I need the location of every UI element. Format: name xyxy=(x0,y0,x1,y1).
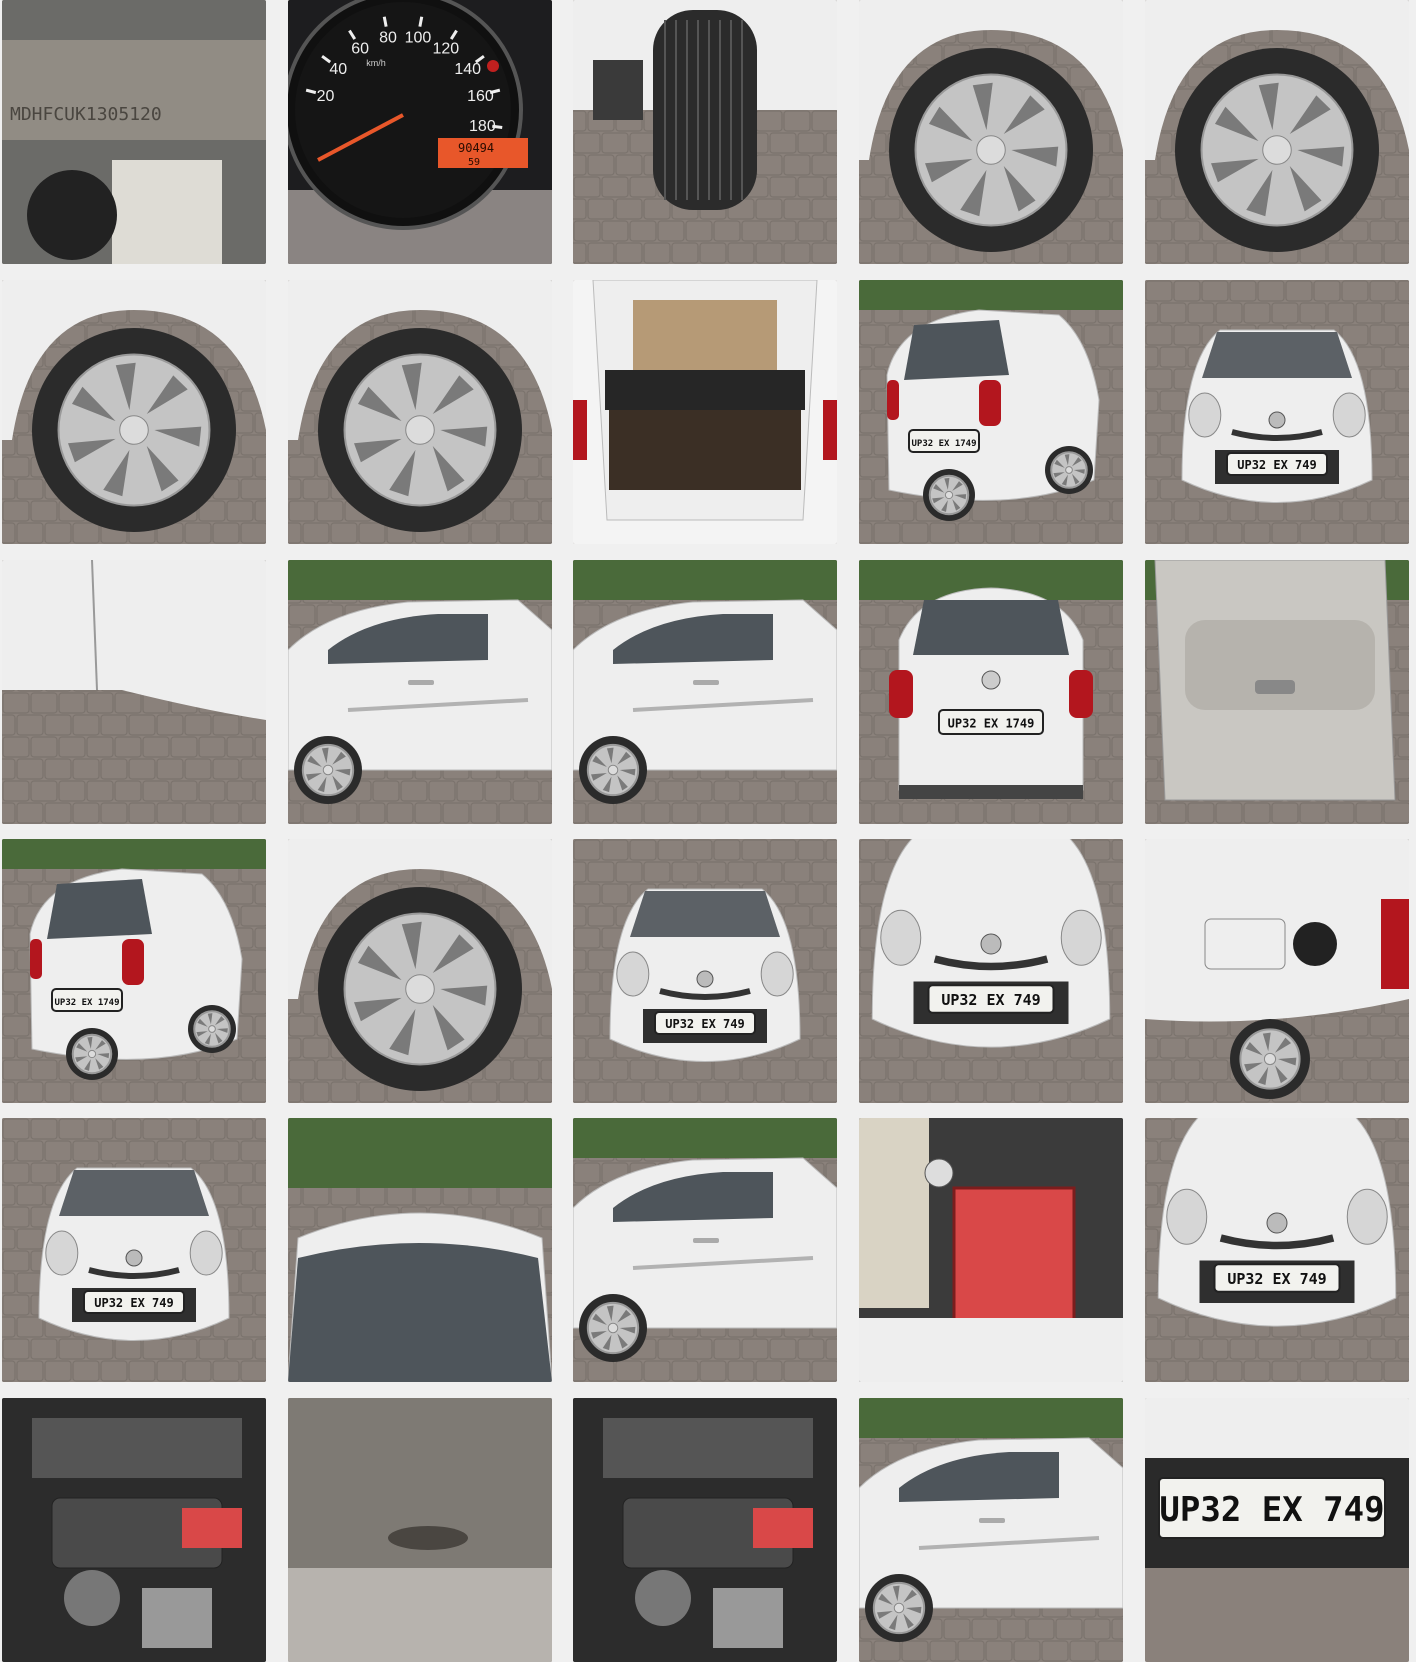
odometer-reading: 90494 xyxy=(458,141,494,155)
speed-tick-label: 160 xyxy=(467,88,494,105)
photo-image xyxy=(1145,560,1409,824)
photo-image xyxy=(573,1398,837,1662)
photo-image: UP32 EX 1749 xyxy=(859,560,1123,824)
photo-thumbnail-car-side[interactable] xyxy=(288,560,552,824)
photo-thumbnail-wheel[interactable] xyxy=(2,280,266,544)
number-plate-text: UP32 EX 749 xyxy=(1227,1270,1326,1288)
photo-image xyxy=(573,0,837,264)
photo-thumbnail-car-rear[interactable]: UP32 EX 1749 xyxy=(859,560,1123,824)
speed-tick-label: 40 xyxy=(329,61,347,78)
photo-image xyxy=(859,1398,1123,1662)
speed-tick-label: 140 xyxy=(454,61,481,78)
photo-thumbnail-body-panel[interactable] xyxy=(2,560,266,824)
photo-thumbnail-fuel-lid[interactable] xyxy=(1145,839,1409,1103)
speed-tick-label: 180 xyxy=(469,118,496,135)
photo-thumbnail-car-front[interactable]: UP32 EX 749 xyxy=(1145,280,1409,544)
photo-image xyxy=(1145,0,1409,264)
number-plate-text: UP32 EX 749 xyxy=(94,1296,173,1310)
photo-image xyxy=(2,1398,266,1662)
photo-thumbnail-car-side[interactable] xyxy=(573,1118,837,1382)
photo-thumbnail-wheel[interactable] xyxy=(859,0,1123,264)
trip-reading: 59 xyxy=(468,157,480,168)
number-plate-text: UP32 EX 1749 xyxy=(948,716,1035,730)
number-plate-text: UP32 EX 749 xyxy=(1159,1490,1384,1530)
speed-tick-label: 120 xyxy=(433,40,460,57)
photo-thumbnail-door-interior[interactable] xyxy=(1145,560,1409,824)
photo-thumbnail-wheel[interactable] xyxy=(1145,0,1409,264)
speed-tick-label: 80 xyxy=(379,29,397,46)
photo-image: UP32 EX 749 xyxy=(1145,280,1409,544)
photo-image xyxy=(859,0,1123,264)
photo-thumbnail-chassis[interactable]: MDHFCUK1305120 xyxy=(2,0,266,264)
photo-image: UP32 EX 1749 xyxy=(2,839,266,1103)
photo-thumbnail-boot[interactable] xyxy=(573,280,837,544)
photo-thumbnail-plate-close[interactable]: UP32 EX 749 xyxy=(1145,1398,1409,1662)
photo-image xyxy=(288,1118,552,1382)
photo-image: UP32 EX 749 xyxy=(2,1118,266,1382)
speed-tick-label: 20 xyxy=(317,88,335,105)
photo-image xyxy=(573,280,837,544)
photo-image: MDHFCUK1305120 xyxy=(2,0,266,264)
photo-image: UP32 EX 749 xyxy=(573,839,837,1103)
chassis-number: MDHFCUK1305120 xyxy=(10,104,162,125)
photo-thumbnail-roof[interactable] xyxy=(288,1118,552,1382)
photo-image xyxy=(573,560,837,824)
photo-image: 20 4060 80 100120 140 160 180 km/h 90494 59 xyxy=(288,0,552,264)
photo-image xyxy=(2,560,266,824)
photo-gallery-grid: MDHFCUK1305120 20 40 60 80 100 120 140 160 180 km/… xyxy=(0,0,1416,1662)
photo-image xyxy=(859,1118,1123,1382)
photo-image xyxy=(288,560,552,824)
number-plate-text: UP32 EX 749 xyxy=(941,991,1040,1009)
photo-thumbnail-underbody[interactable] xyxy=(288,1398,552,1662)
speed-unit-label: km/h xyxy=(366,58,386,68)
photo-image xyxy=(1145,839,1409,1103)
photo-image xyxy=(288,280,552,544)
photo-thumbnail-speedometer[interactable]: 20 40 60 80 100 120 140 160 180 km/h 90494 59 xyxy=(288,0,552,264)
photo-image: UP32 EX 749 xyxy=(1145,1398,1409,1662)
photo-thumbnail-car-rear-angle[interactable]: UP32 EX 1749 xyxy=(2,839,266,1103)
photo-thumbnail-car-front-close[interactable]: UP32 EX 749 xyxy=(859,839,1123,1103)
number-plate-text: UP32 EX 749 xyxy=(1237,458,1316,472)
photo-image xyxy=(573,1118,837,1382)
photo-thumbnail-battery[interactable] xyxy=(859,1118,1123,1382)
photo-thumbnail-car-front[interactable]: UP32 EX 749 xyxy=(573,839,837,1103)
photo-thumbnail-tyre-front[interactable] xyxy=(573,0,837,264)
photo-image xyxy=(288,1398,552,1662)
photo-image xyxy=(288,839,552,1103)
number-plate-text: UP32 EX 1749 xyxy=(911,439,976,449)
photo-thumbnail-car-front[interactable]: UP32 EX 749 xyxy=(2,1118,266,1382)
photo-image xyxy=(2,280,266,544)
speed-tick-label: 60 xyxy=(351,40,369,57)
photo-thumbnail-car-front-close[interactable]: UP32 EX 749 xyxy=(1145,1118,1409,1382)
photo-thumbnail-car-rear-angle[interactable]: UP32 EX 1749 xyxy=(859,280,1123,544)
photo-thumbnail-car-side[interactable] xyxy=(859,1398,1123,1662)
photo-thumbnail-car-side[interactable] xyxy=(573,560,837,824)
number-plate-text: UP32 EX 749 xyxy=(665,1017,744,1031)
photo-image: UP32 EX 749 xyxy=(1145,1118,1409,1382)
photo-thumbnail-engine[interactable] xyxy=(573,1398,837,1662)
number-plate-text: UP32 EX 1749 xyxy=(54,998,119,1008)
photo-thumbnail-engine[interactable] xyxy=(2,1398,266,1662)
photo-thumbnail-wheel[interactable] xyxy=(288,839,552,1103)
photo-thumbnail-wheel[interactable] xyxy=(288,280,552,544)
speed-tick-label: 100 xyxy=(405,29,432,46)
photo-image: UP32 EX 1749 xyxy=(859,280,1123,544)
photo-image: UP32 EX 749 xyxy=(859,839,1123,1103)
